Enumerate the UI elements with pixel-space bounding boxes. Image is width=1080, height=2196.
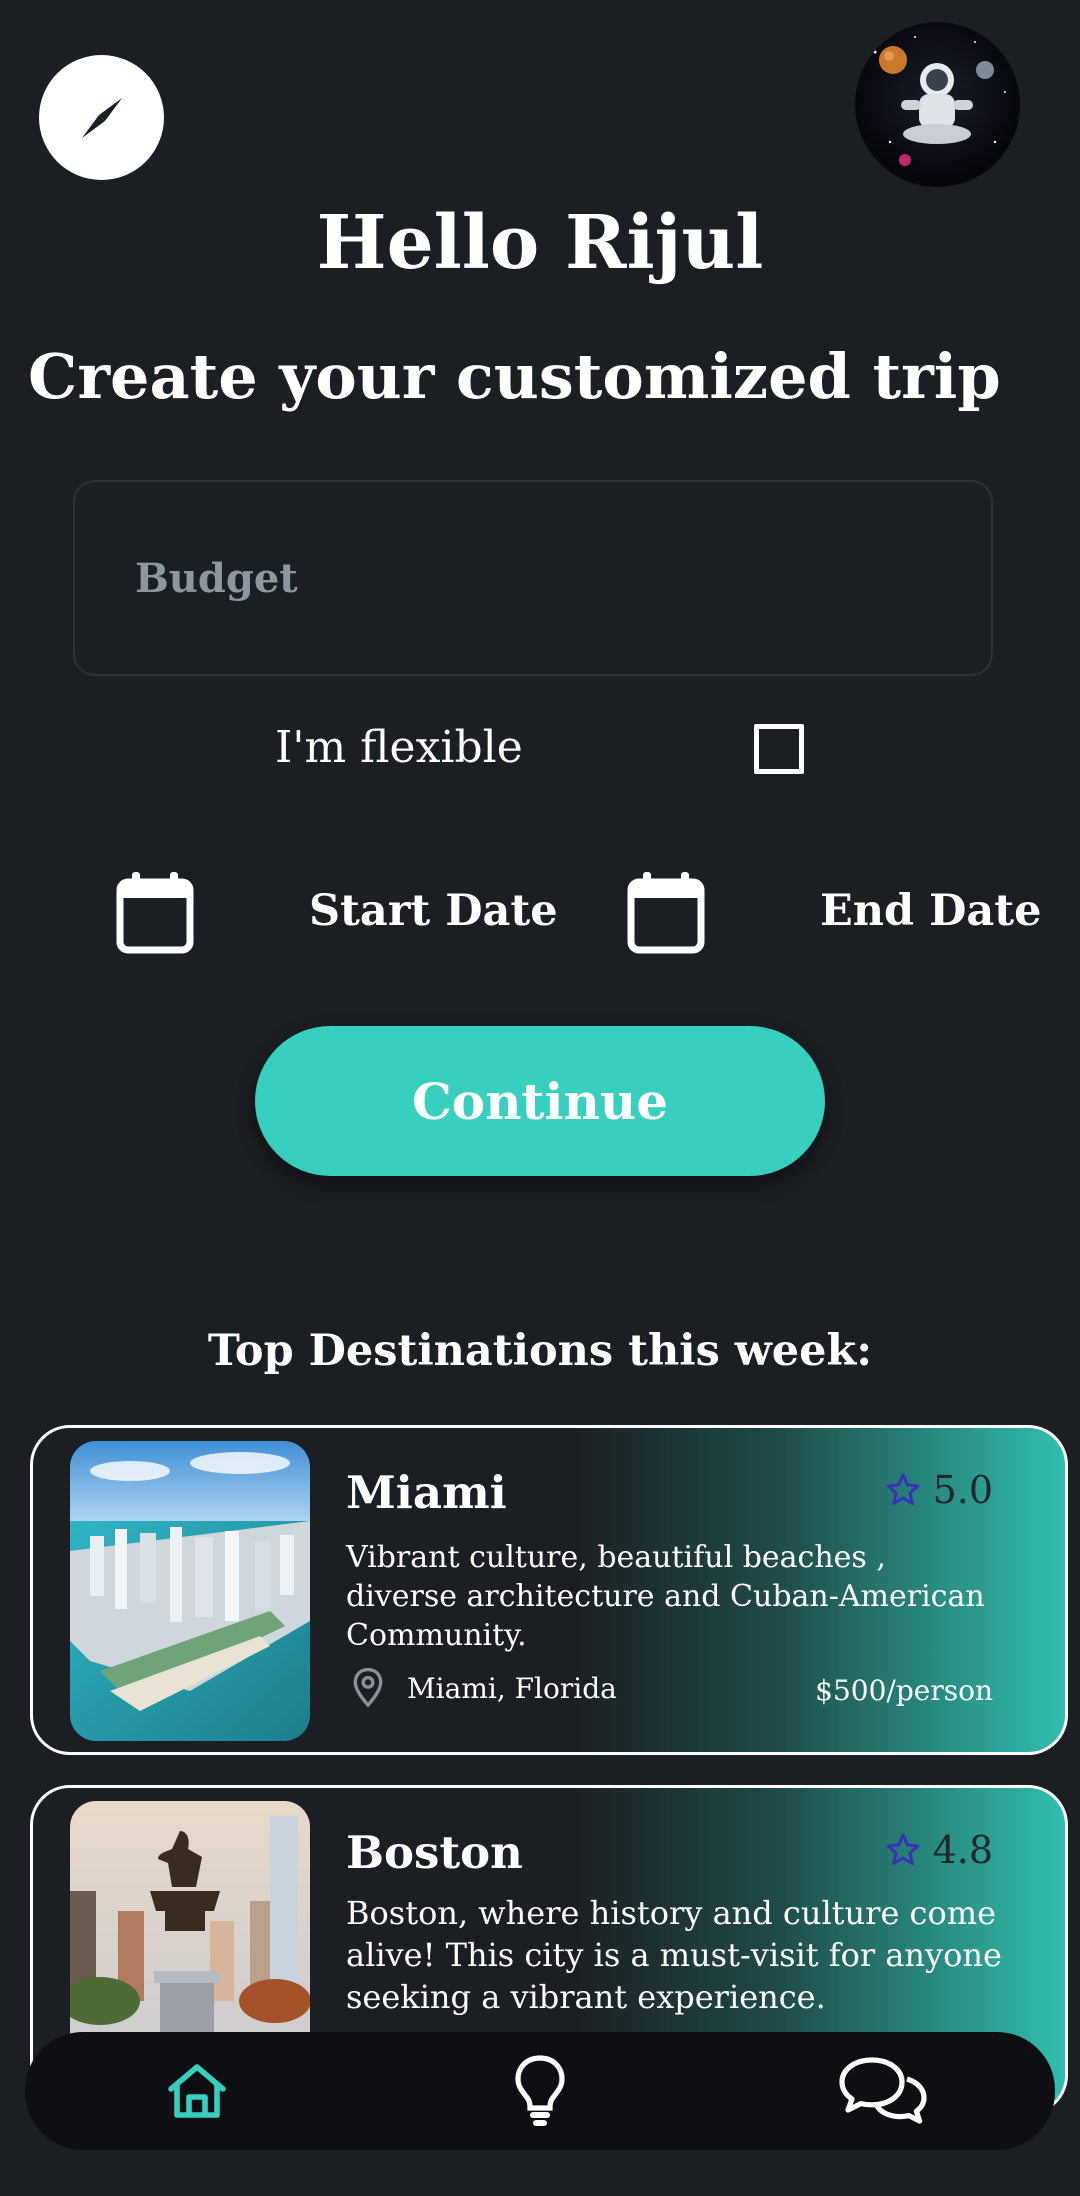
budget-field[interactable] xyxy=(73,480,993,676)
lightbulb-icon xyxy=(515,2055,565,2126)
greeting-title: Hello Rijul xyxy=(316,200,764,286)
destination-description: Boston, where history and culture come a… xyxy=(346,1894,1002,2016)
destination-card-miami[interactable]: Miami 5.0 Vibrant culture, beautiful bea… xyxy=(30,1425,1068,1755)
location-text: Miami, Florida xyxy=(407,1671,617,1705)
compass-button[interactable] xyxy=(39,55,164,180)
destination-description: Vibrant culture, beautiful beaches , div… xyxy=(346,1540,985,1653)
star-icon xyxy=(886,1473,920,1505)
destination-rating: 5.0 xyxy=(885,1468,993,1512)
chat-icon xyxy=(839,2057,927,2124)
destination-image-miami xyxy=(70,1441,310,1741)
end-date-picker[interactable] xyxy=(627,870,705,958)
flexible-checkbox[interactable] xyxy=(754,724,804,774)
nav-home[interactable] xyxy=(137,2041,257,2141)
nav-ideas[interactable] xyxy=(480,2041,600,2141)
start-date-label[interactable]: Start Date xyxy=(309,886,558,936)
home-icon xyxy=(167,2064,226,2118)
destination-name: Boston xyxy=(346,1826,523,1879)
rating-value: 4.8 xyxy=(932,1828,993,1872)
astronaut-avatar xyxy=(873,36,1006,166)
destination-location: Miami, Florida xyxy=(351,1668,617,1708)
destinations-title: Top Destinations this week: xyxy=(207,1326,873,1376)
calendar-icon xyxy=(116,872,194,954)
location-pin-icon xyxy=(353,1668,383,1708)
rating-value: 5.0 xyxy=(932,1468,993,1512)
avatar[interactable] xyxy=(855,22,1020,187)
nav-chat[interactable] xyxy=(823,2041,943,2141)
continue-button[interactable]: Continue xyxy=(255,1026,825,1176)
destination-price: $500/person xyxy=(815,1674,993,1707)
destination-name: Miami xyxy=(346,1466,507,1519)
destination-rating: 4.8 xyxy=(885,1828,993,1872)
form-title: Create your customized trip xyxy=(28,340,1001,413)
bottom-nav xyxy=(25,2032,1055,2150)
compass-icon xyxy=(81,97,122,138)
end-date-label[interactable]: End Date xyxy=(820,886,1041,936)
calendar-icon xyxy=(627,872,705,954)
flexible-label: I'm flexible xyxy=(275,722,523,773)
star-icon xyxy=(886,1833,920,1865)
start-date-picker[interactable] xyxy=(116,870,194,958)
budget-input[interactable] xyxy=(133,553,991,603)
